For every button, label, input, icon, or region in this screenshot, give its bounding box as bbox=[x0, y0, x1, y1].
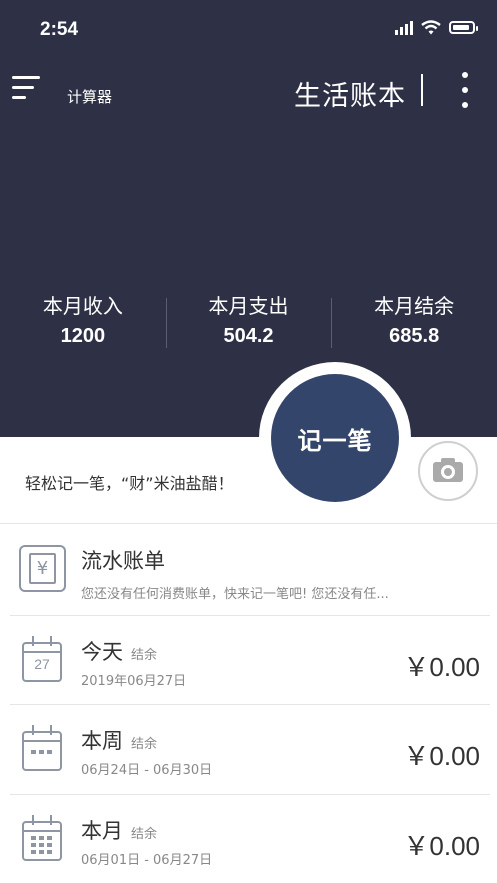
stat-label: 本月收入 bbox=[42, 294, 123, 318]
calendar-week-icon bbox=[22, 725, 62, 771]
ledger-subtitle: 您还没有任何消费账单，快来记一笔吧! 您还没有任... bbox=[81, 587, 389, 602]
title-divider bbox=[421, 74, 423, 106]
summary-row-week[interactable]: 本周 结余 06月24日 - 06月30日 ￥0.00 bbox=[0, 705, 497, 794]
calendar-day-icon: 27 bbox=[22, 636, 62, 682]
ledger-title: 流水账单 bbox=[81, 549, 165, 573]
row-amount: ￥0.00 bbox=[403, 741, 480, 771]
row-date: 06月01日 - 06月27日 bbox=[81, 853, 213, 868]
stat-income: 本月收入 1200 bbox=[0, 290, 166, 348]
row-tag: 结余 bbox=[131, 827, 158, 842]
app-title: 生活账本 bbox=[294, 81, 406, 112]
stat-value: 504.2 bbox=[223, 325, 274, 347]
row-tag: 结余 bbox=[131, 648, 158, 663]
row-title: 今天 结余 bbox=[81, 640, 158, 664]
signal-icon bbox=[395, 20, 413, 35]
stat-value: 1200 bbox=[60, 325, 106, 347]
calculator-link[interactable]: 计算器 bbox=[67, 86, 112, 107]
stat-balance: 本月结余 685.8 bbox=[331, 290, 497, 348]
stat-expense: 本月支出 504.2 bbox=[165, 290, 332, 348]
header: 2:54 计算器 生活账本 本月收入 1200 本月支出 504.2 本月结余 bbox=[0, 0, 497, 437]
stat-value: 685.8 bbox=[389, 325, 440, 347]
calendar-month-icon bbox=[22, 815, 62, 861]
stat-label: 本月支出 bbox=[208, 294, 289, 318]
status-icons bbox=[395, 20, 478, 35]
row-tag: 结余 bbox=[131, 737, 158, 752]
wifi-icon bbox=[421, 20, 441, 35]
row-title: 本月 结余 bbox=[81, 819, 158, 843]
stat-label: 本月结余 bbox=[374, 294, 455, 318]
summary-row-today[interactable]: 27 今天 结余 2019年06月27日 ￥0.00 bbox=[0, 616, 497, 704]
monthly-stats: 本月收入 1200 本月支出 504.2 本月结余 685.8 bbox=[0, 290, 497, 348]
row-amount: ￥0.00 bbox=[403, 831, 480, 861]
ledger-row[interactable]: ¥ 流水账单 您还没有任何消费账单，快来记一笔吧! 您还没有任... bbox=[0, 523, 497, 615]
slogan-text: 轻松记一笔，“财”米油盐醋！ bbox=[25, 474, 234, 493]
row-amount: ￥0.00 bbox=[403, 652, 480, 682]
row-date: 06月24日 - 06月30日 bbox=[81, 763, 213, 778]
ledger-icon: ¥ bbox=[19, 545, 66, 592]
camera-button[interactable] bbox=[418, 441, 478, 501]
summary-row-month[interactable]: 本月 结余 06月01日 - 06月27日 ￥0.00 bbox=[0, 795, 497, 883]
row-title: 本周 结余 bbox=[81, 729, 158, 753]
row-date: 2019年06月27日 bbox=[81, 674, 187, 689]
battery-icon bbox=[449, 21, 478, 34]
record-button[interactable]: 记一笔 bbox=[271, 374, 399, 502]
status-time: 2:54 bbox=[40, 19, 79, 40]
menu-icon[interactable] bbox=[12, 76, 40, 102]
more-icon[interactable] bbox=[456, 72, 474, 108]
